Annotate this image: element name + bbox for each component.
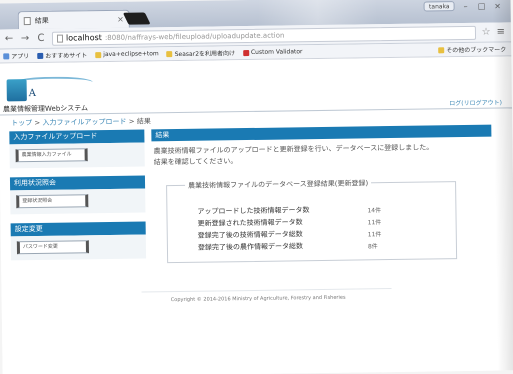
- photographed-screen: 結果 × tanaka – □ × ← → C localhost :8080/…: [0, 0, 513, 374]
- apps-icon: [3, 52, 10, 59]
- stat-row: 登録完了後の農作情報データ総数 8件: [198, 238, 448, 253]
- bookmark-star-icon[interactable]: ☆: [482, 27, 491, 38]
- stat-value: 11件: [367, 218, 382, 226]
- tab-title: 結果: [34, 16, 49, 25]
- page-favicon-icon: [23, 16, 31, 25]
- breadcrumb-top-link[interactable]: トップ: [11, 119, 32, 127]
- url-host: localhost: [65, 33, 102, 43]
- breadcrumb-current: 結果: [136, 117, 151, 126]
- page-title: 結果: [151, 124, 492, 142]
- site-logo[interactable]: A: [6, 76, 97, 103]
- bookmark-label: java+eclipse+tom: [103, 50, 159, 59]
- result-stats: アップロードした技術情報データ数 14件 更新登録された技術情報データ数 11件…: [197, 202, 448, 253]
- result-message: 農業技術情報ファイルのアップロードと更新登録を行い、データベースに登録しました。…: [152, 142, 492, 169]
- footer-divider: [141, 288, 392, 293]
- bookmark-recommended[interactable]: おすすめサイト: [37, 50, 87, 60]
- stat-value: 14件: [367, 206, 382, 214]
- folder-icon: [438, 46, 445, 53]
- minimize-icon[interactable]: –: [461, 1, 471, 10]
- sidebar-section-upload: 農業情報入力ファイル: [9, 142, 145, 169]
- stat-value: 8件: [367, 242, 378, 250]
- bookmark-seasar[interactable]: Seasar2を利用者向け: [166, 48, 236, 59]
- maximize-icon[interactable]: □: [477, 1, 487, 10]
- bookmark-apps[interactable]: アプリ: [3, 51, 29, 60]
- folder-icon: [166, 50, 173, 57]
- footer-copyright: Copyright © 2014-2016 Ministry of Agricu…: [170, 294, 346, 304]
- tab-close-icon[interactable]: ×: [117, 15, 124, 24]
- registration-status-button[interactable]: 登録状況照会: [16, 194, 89, 209]
- stat-label: 登録完了後の農作情報データ総数: [197, 242, 303, 252]
- stat-value: 11件: [367, 230, 382, 238]
- sidebar-section-settings: パスワード変更: [10, 234, 147, 261]
- sidebar: 入力ファイルアップロード 農業情報入力ファイル 利用状況照会 登録状況照会 設定…: [9, 129, 147, 261]
- bookmark-java[interactable]: java+eclipse+tom: [95, 50, 159, 58]
- bookmark-validator[interactable]: Custom Validator: [242, 48, 303, 56]
- bookmark-label: おすすめサイト: [45, 52, 88, 60]
- forward-icon[interactable]: →: [20, 33, 30, 44]
- profile-badge[interactable]: tanaka: [423, 1, 455, 12]
- site-icon: [242, 49, 250, 56]
- upload-file-button[interactable]: 農業情報入力ファイル: [15, 148, 88, 163]
- breadcrumb-separator: >: [126, 117, 137, 126]
- breadcrumb: トップ > 入力ファイルアップロード > 結果: [11, 116, 151, 128]
- sidebar-section-status: 登録状況照会: [10, 188, 146, 215]
- folder-icon: [95, 51, 102, 58]
- web-page: A 農業情報管理Webシステム ログ(リログアウト) トップ > 入力ファイルア…: [0, 56, 513, 374]
- window-controls: tanaka – □ ×: [423, 0, 503, 12]
- screen-glare: [257, 0, 378, 26]
- registration-result-legend: 農業技術情報ファイルのデータベース登録結果(更新登録): [185, 178, 372, 191]
- logo-mark: [6, 79, 27, 102]
- breadcrumb-separator: >: [32, 118, 43, 128]
- url-path: :8080/naffrays-web/fileupload/uploadupda…: [104, 31, 285, 42]
- back-icon[interactable]: ←: [4, 33, 14, 44]
- password-change-button[interactable]: パスワード変更: [16, 240, 90, 255]
- site-icon: [37, 52, 44, 59]
- address-bar[interactable]: localhost :8080/naffrays-web/fileupload/…: [51, 25, 476, 46]
- browser-tab[interactable]: 結果 ×: [17, 9, 130, 30]
- bookmark-label: Seasar2を利用者向け: [174, 50, 236, 59]
- new-tab-button[interactable]: [122, 12, 151, 25]
- reload-icon[interactable]: C: [36, 33, 46, 44]
- bookmark-label: アプリ: [11, 53, 30, 61]
- breadcrumb-upload-link[interactable]: 入力ファイルアップロード: [42, 118, 126, 127]
- logo-text: A: [28, 87, 38, 100]
- registration-result-box: 農業技術情報ファイルのデータベース登録結果(更新登録) アップロードした技術情報…: [166, 178, 458, 264]
- bookmark-label: Custom Validator: [250, 48, 303, 56]
- page-icon: [56, 34, 64, 43]
- main-content: 結果 農業技術情報ファイルのアップロードと更新登録を行い、データベースに登録しま…: [151, 124, 492, 264]
